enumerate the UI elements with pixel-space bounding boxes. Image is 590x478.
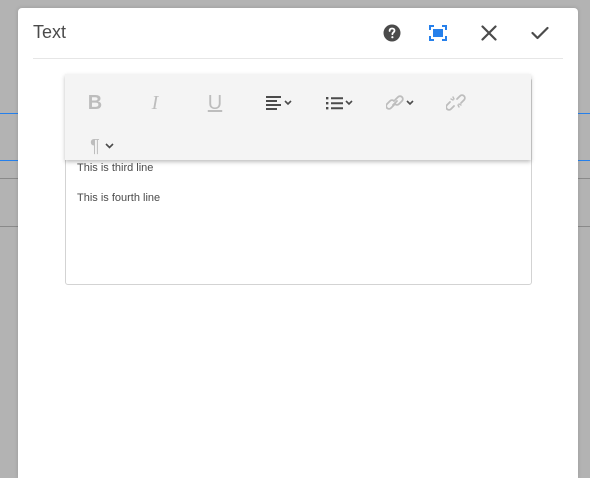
help-icon [383, 24, 401, 42]
done-button[interactable] [527, 20, 553, 46]
background-line [578, 226, 590, 227]
text-edit-dialog: Text This is third line This is fourth l… [18, 8, 578, 478]
chevron-down-icon [105, 143, 114, 149]
underline-button[interactable]: U [201, 88, 229, 118]
justify-dropdown-icon [266, 96, 292, 110]
list-dropdown[interactable] [324, 88, 358, 118]
italic-button[interactable]: I [141, 88, 169, 118]
background-line [0, 113, 18, 114]
bold-icon: B [87, 92, 103, 114]
background-line [578, 178, 590, 179]
fullscreen-button[interactable] [425, 20, 451, 46]
paragraph-format-dropdown[interactable]: ¶ [83, 131, 123, 161]
background-line [0, 178, 18, 179]
link-icon [386, 95, 414, 110]
rte-toolbar: B I U ¶ [65, 74, 531, 160]
unlink-icon [446, 94, 466, 111]
editor-line: This is fourth line [77, 192, 161, 204]
list-dropdown-icon [326, 97, 353, 110]
background-line [0, 226, 18, 227]
background-line [578, 160, 590, 161]
paragraph-format-icon: ¶ [90, 136, 100, 156]
background-line [0, 160, 18, 161]
close-icon [481, 25, 497, 41]
fullscreen-icon [429, 25, 447, 41]
dialog-header: Text [33, 8, 563, 59]
dialog-title: Text [33, 22, 67, 42]
underline-icon: U [207, 92, 223, 114]
background-line [578, 113, 590, 114]
help-button[interactable] [379, 20, 405, 46]
unlink-button[interactable] [439, 88, 473, 118]
editor-content[interactable]: This is third line This is fourth line [77, 161, 160, 221]
close-button[interactable] [476, 20, 502, 46]
justify-dropdown[interactable] [263, 88, 297, 118]
editor-line: This is third line [77, 162, 154, 174]
bold-button[interactable]: B [81, 88, 109, 118]
check-icon [531, 26, 549, 40]
italic-icon: I [151, 92, 159, 114]
link-dropdown[interactable] [385, 88, 419, 118]
